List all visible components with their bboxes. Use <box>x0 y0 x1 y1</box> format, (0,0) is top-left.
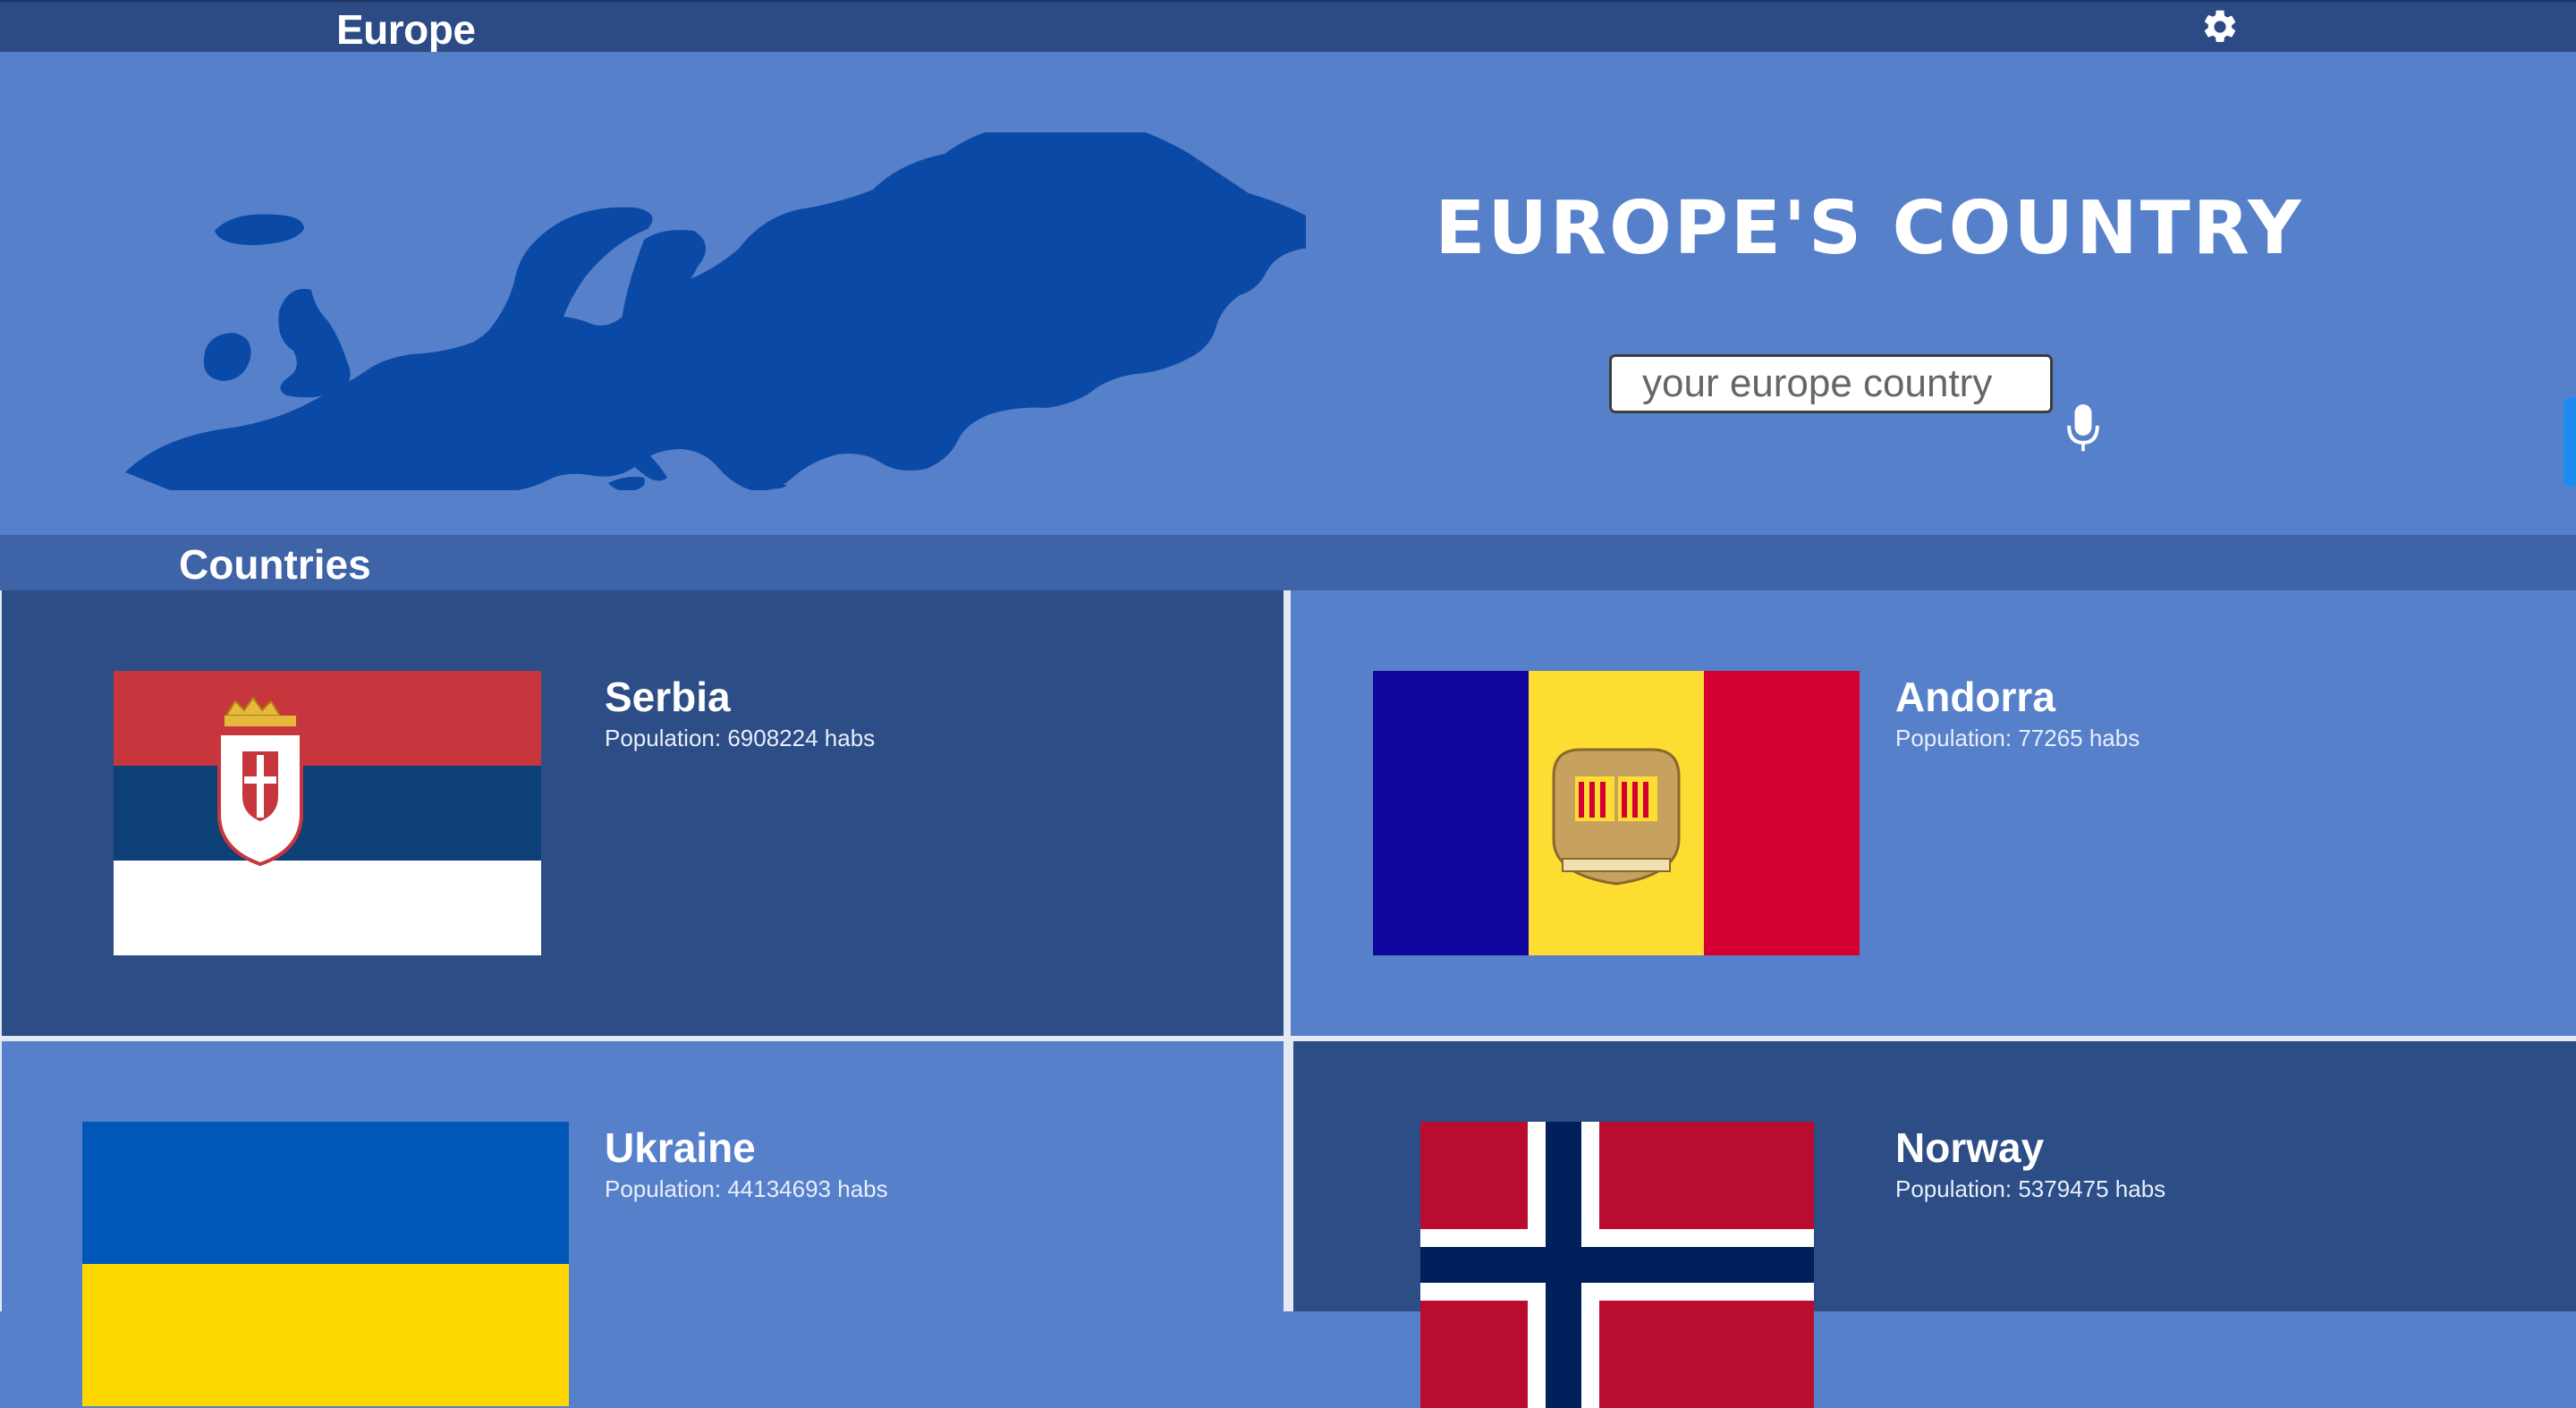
norway-flag-image <box>1420 1122 1814 1408</box>
country-name: Andorra <box>1895 674 2055 720</box>
country-card-andorra[interactable]: Andorra Population: 77265 habs <box>1291 590 2576 1036</box>
microphone-icon[interactable] <box>2066 403 2100 454</box>
country-name: Norway <box>1895 1124 2045 1171</box>
top-app-bar: Europe <box>0 0 2576 53</box>
country-name: Serbia <box>605 674 731 720</box>
country-card-norway[interactable]: Norway Population: 5379475 habs <box>1293 1041 2576 1408</box>
countries-grid: Serbia Population: 6908224 habs Andorra … <box>0 590 2576 1408</box>
scroll-handle[interactable] <box>2563 397 2576 487</box>
country-population: Population: 5379475 habs <box>1895 1175 2166 1202</box>
hero-headline: EUROPE'S COUNTRY <box>1435 186 2304 271</box>
country-search-input[interactable] <box>1609 354 2053 413</box>
countries-section-header: Countries <box>0 535 2576 590</box>
country-population: Population: 44134693 habs <box>605 1175 888 1202</box>
country-name: Ukraine <box>605 1124 756 1171</box>
country-card-serbia[interactable]: Serbia Population: 6908224 habs <box>2 590 1284 1036</box>
hero-banner: EUROPE'S COUNTRY <box>0 52 2576 535</box>
country-card-ukraine[interactable]: Ukraine Population: 44134693 habs <box>2 1041 1284 1406</box>
app-title: Europe <box>336 6 476 53</box>
gear-icon[interactable] <box>2200 7 2240 47</box>
serbia-flag-image <box>114 671 541 955</box>
country-population: Population: 77265 habs <box>1895 725 2140 751</box>
section-title: Countries <box>179 541 371 588</box>
ukraine-flag-image <box>82 1122 569 1406</box>
europe-map-image <box>125 132 1306 490</box>
andorra-flag-image <box>1373 671 1860 955</box>
country-population: Population: 6908224 habs <box>605 725 876 751</box>
